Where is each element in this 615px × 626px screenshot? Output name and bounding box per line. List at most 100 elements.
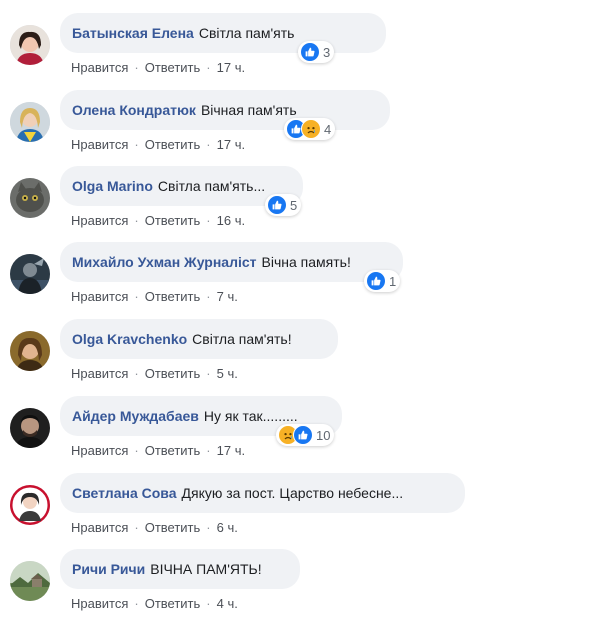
reaction-count: 1 [389,273,397,289]
avatar[interactable] [10,102,50,142]
comment-bubble: Олена Кондратюк Вічная пам'ять [60,90,390,130]
reaction-count: 4 [324,121,332,137]
comment-bubble: Olga Kravchenko Світла пам'ять! [60,319,338,359]
comment-item: Михайло Ухман Журналіст Вічна память! 1 Нра… [0,242,615,319]
comment-text: ВІЧНА ПАМ'ЯТЬ! [150,561,262,577]
comment-author[interactable]: Олена Кондратюк [72,101,196,119]
reaction-summary[interactable]: 3 [298,41,335,63]
like-reaction-icon [300,42,320,62]
like-reaction-icon [293,425,313,445]
avatar[interactable] [10,178,50,218]
like-link[interactable]: Нравится [71,366,128,381]
comment-bubble: Михайло Ухман Журналіст Вічна память! [60,242,403,282]
comment-author[interactable]: Ричи Ричи [72,560,145,578]
separator-dot: · [134,443,139,458]
reaction-count: 10 [316,427,331,443]
reply-link[interactable]: Ответить [145,60,201,75]
comment-actions: Нравится · Ответить · 17 ч. [71,136,245,154]
comment-actions: Нравится · Ответить · 5 ч. [71,365,238,383]
separator-dot: · [134,137,139,152]
comment-item: Olga Marino Світла пам'ять... 5 Нравится · От… [0,166,615,243]
comment-timestamp[interactable]: 16 ч. [217,213,245,228]
comment-bubble: Ричи Ричи ВІЧНА ПАМ'ЯТЬ! [60,549,300,589]
comment-actions: Нравится · Ответить · 16 ч. [71,212,245,230]
comment-item: Ричи Ричи ВІЧНА ПАМ'ЯТЬ! Нравится · Ответить… [0,549,615,626]
comment-bubble: Батынская Елена Світла пам'ять [60,13,386,53]
comment-text: Світла пам'ять [198,25,295,41]
reaction-summary[interactable]: 5 [265,194,302,216]
reaction-summary[interactable]: 10 [276,424,335,446]
comment-text: Світла пам'ять... [157,178,266,194]
reply-link[interactable]: Ответить [145,137,201,152]
separator-dot: · [206,137,211,152]
avatar[interactable] [10,331,50,371]
avatar[interactable] [10,408,50,448]
separator-dot: · [206,366,211,381]
comment-text: Вічна память! [261,254,351,270]
comment-item: Айдер Муждабаев Ну як так......... 10 Нрави… [0,396,615,473]
comment-text: Ну як так......... [203,408,298,424]
avatar[interactable] [10,25,50,65]
avatar-image [10,25,50,65]
reply-link[interactable]: Ответить [145,213,201,228]
comment-timestamp[interactable]: 4 ч. [217,596,238,611]
avatar[interactable] [10,254,50,294]
separator-dot: · [134,366,139,381]
like-link[interactable]: Нравится [71,596,128,611]
comment-actions: Нравится · Ответить · 4 ч. [71,595,238,613]
comment-item: Батынская Елена Світла пам'ять 3 Нравится · О… [0,13,615,90]
comment-author[interactable]: Olga Marino [72,177,153,195]
comment-item: Olga Kravchenko Світла пам'ять! Нравится · О… [0,319,615,396]
comment-timestamp[interactable]: 17 ч. [217,443,245,458]
comment-actions: Нравится · Ответить · 7 ч. [71,288,238,306]
reply-link[interactable]: Ответить [145,596,201,611]
comment-timestamp[interactable]: 17 ч. [217,137,245,152]
comment-timestamp[interactable]: 7 ч. [217,289,238,304]
like-link[interactable]: Нравится [71,213,128,228]
separator-dot: · [206,213,211,228]
reply-link[interactable]: Ответить [145,443,201,458]
like-link[interactable]: Нравится [71,443,128,458]
comment-actions: Нравится · Ответить · 17 ч. [71,442,245,460]
comment-timestamp[interactable]: 6 ч. [217,520,238,535]
avatar-image [10,561,50,601]
avatar-image [10,178,50,218]
comment-text: Вічная пам'ять [200,102,297,118]
comment-author[interactable]: Olga Kravchenko [72,330,187,348]
like-link[interactable]: Нравится [71,289,128,304]
comment-text: Дякую за пост. Царство небесне... [181,485,404,501]
comment-item: Олена Кондратюк Вічная пам'ять 4 Нравится · О… [0,90,615,167]
like-link[interactable]: Нравится [71,520,128,535]
comment-author[interactable]: Михайло Ухман Журналіст [72,253,257,271]
reply-link[interactable]: Ответить [145,520,201,535]
comment-actions: Нравится · Ответить · 6 ч. [71,519,238,537]
like-reaction-icon [366,271,386,291]
avatar[interactable] [10,561,50,601]
separator-dot: · [134,289,139,304]
comment-timestamp[interactable]: 5 ч. [217,366,238,381]
like-link[interactable]: Нравится [71,137,128,152]
separator-dot: · [134,520,139,535]
reaction-summary[interactable]: 1 [364,270,401,292]
avatar-image [10,408,50,448]
like-link[interactable]: Нравится [71,60,128,75]
separator-dot: · [206,289,211,304]
comment-timestamp[interactable]: 17 ч. [217,60,245,75]
reply-link[interactable]: Ответить [145,289,201,304]
reaction-count: 5 [290,197,298,213]
separator-dot: · [206,60,211,75]
avatar-image [10,254,50,294]
reaction-count: 3 [323,44,331,60]
sad-reaction-icon [301,119,321,139]
reaction-summary[interactable]: 4 [284,118,336,140]
avatar[interactable] [10,485,50,525]
separator-dot: · [134,60,139,75]
separator-dot: · [134,596,139,611]
separator-dot: · [206,443,211,458]
comment-author[interactable]: Светлана Сова [72,484,177,502]
comment-item: Светлана Сова Дякую за пост. Царство небе… [0,473,615,550]
comment-author[interactable]: Айдер Муждабаев [72,407,199,425]
comment-bubble: Светлана Сова Дякую за пост. Царство небе… [60,473,465,513]
comment-author[interactable]: Батынская Елена [72,24,194,42]
reply-link[interactable]: Ответить [145,366,201,381]
